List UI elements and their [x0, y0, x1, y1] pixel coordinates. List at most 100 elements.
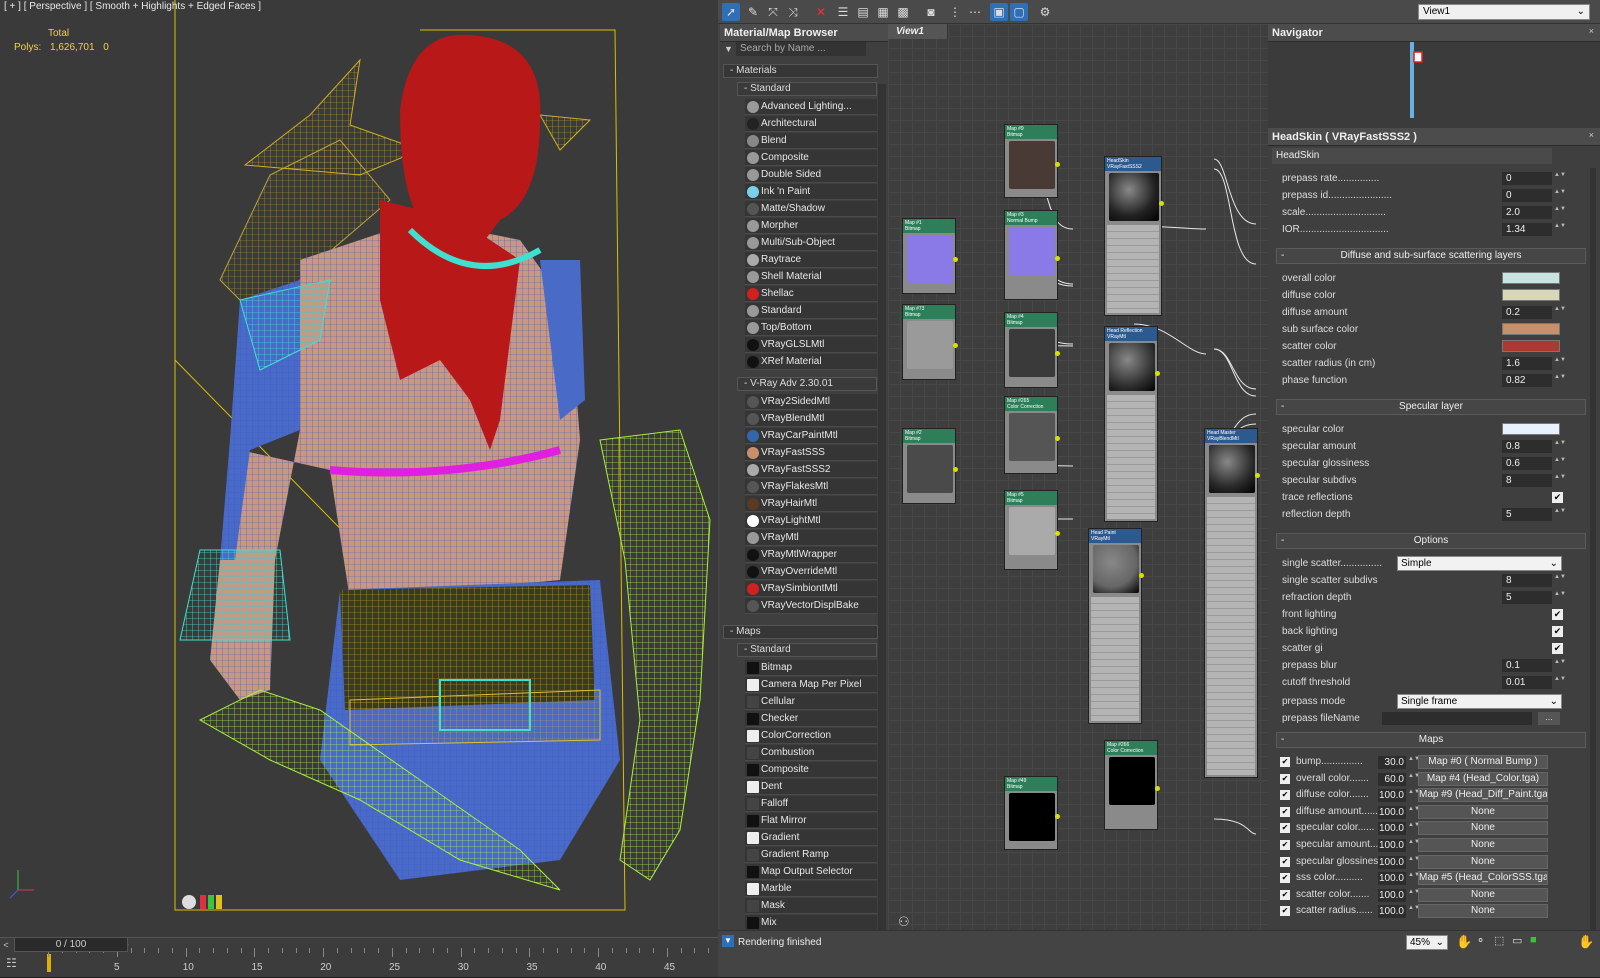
browser-item[interactable]: VRayVectorDisplBake [745, 598, 877, 614]
params-scrollbar[interactable] [1590, 168, 1596, 948]
browser-item[interactable]: VRaySimbiontMtl [745, 581, 877, 597]
output-socket[interactable] [1055, 162, 1060, 167]
param-value-field[interactable]: 0.8 [1502, 440, 1552, 453]
prepass-mode-select[interactable]: Single frame ⌄ [1397, 694, 1562, 709]
spinner-icon[interactable]: ▲▼ [1554, 374, 1566, 387]
diffuse-rollout-header[interactable]: - Diffuse and sub-surface scattering laye… [1276, 248, 1586, 264]
map-enable-checkbox[interactable]: ✔ [1280, 757, 1290, 767]
color-swatch[interactable] [1502, 289, 1560, 301]
map-enable-checkbox[interactable]: ✔ [1280, 823, 1290, 834]
material-node[interactable]: Map #4 Bitmap [1004, 312, 1060, 388]
viewport-label[interactable]: [ + ] [ Perspective ] [ Smooth + Highlig… [4, 1, 261, 12]
output-socket[interactable] [953, 343, 958, 348]
spinner-icon[interactable]: ▲▼ [1554, 457, 1566, 470]
node-slots[interactable] [1207, 497, 1255, 775]
output-socket[interactable] [1055, 531, 1060, 536]
param-checkbox[interactable]: ✔ [1552, 643, 1563, 654]
color-swatch[interactable] [1502, 323, 1560, 335]
render-preview-icon[interactable]: ◙ [922, 3, 940, 21]
assign-material-icon[interactable]: ⤨ [784, 3, 802, 21]
output-socket[interactable] [1155, 371, 1160, 376]
browser-item[interactable]: Composite [745, 150, 877, 166]
move-children-icon[interactable]: ☰ [834, 3, 852, 21]
map-slot-button[interactable]: Map #0 ( Normal Bump ) [1418, 755, 1548, 769]
show-background-icon[interactable]: ▩ [894, 3, 912, 21]
browser-item[interactable]: Camera Map Per Pixel [745, 677, 877, 693]
binoculars-icon[interactable]: ⚇ [898, 914, 910, 930]
param-value-field[interactable]: 1.34 [1502, 223, 1552, 236]
material-node[interactable]: Head Paint VRayMtl [1088, 528, 1144, 724]
output-socket[interactable] [1155, 786, 1160, 791]
browser-item[interactable]: VRayBlendMtl [745, 411, 877, 427]
map-amount-field[interactable]: 100.0 [1378, 789, 1406, 803]
map-slot-button[interactable]: None [1418, 887, 1548, 902]
browser-item[interactable]: Composite [745, 762, 877, 778]
maps-group-header[interactable]: - Maps [723, 625, 878, 639]
browser-item[interactable]: Double Sided [745, 167, 877, 183]
browser-item[interactable]: VRayFastSSS2 [745, 462, 877, 478]
material-node[interactable]: Map #3 Normal Bump [1004, 210, 1060, 300]
delete-icon[interactable]: ✕ [812, 3, 830, 21]
param-checkbox[interactable]: ✔ [1552, 626, 1563, 637]
param-value-field[interactable]: 0 [1502, 189, 1552, 202]
browser-item[interactable]: Checker [745, 711, 877, 727]
spinner-icon[interactable]: ▲▼ [1554, 474, 1566, 487]
frame-counter[interactable]: 0 / 100 [14, 937, 128, 952]
spinner-icon[interactable]: ▲▼ [1554, 357, 1566, 370]
spinner-icon[interactable]: ▲▼ [1554, 659, 1566, 672]
material-node[interactable]: HeadSkin VRayFastSSS2 [1104, 156, 1164, 316]
browser-item[interactable]: Multi/Sub-Object [745, 235, 877, 251]
pan-icon[interactable]: ✋ [1456, 934, 1472, 950]
vray-materials-header[interactable]: - V-Ray Adv 2.30.01 [737, 377, 877, 391]
map-slot-button[interactable]: None [1418, 838, 1548, 852]
param-checkbox[interactable]: ✔ [1552, 609, 1563, 620]
material-node[interactable]: Map #5 Bitmap [1004, 490, 1060, 570]
browser-menu-icon[interactable]: ▼ [724, 44, 733, 54]
spinner-icon[interactable]: ▲▼ [1554, 591, 1566, 604]
browser-item[interactable]: Bitmap [745, 660, 877, 676]
map-amount-field[interactable]: 100.0 [1378, 805, 1406, 819]
map-slot-button[interactable]: None [1418, 854, 1548, 869]
browser-item[interactable]: XRef Material [745, 354, 877, 370]
material-node[interactable]: Map #1 Bitmap [902, 218, 958, 294]
single-scatter-select[interactable]: Simple ⌄ [1397, 556, 1562, 571]
browser-item[interactable]: Ink 'n Paint [745, 184, 877, 200]
browser-item[interactable]: VRayFlakesMtl [745, 479, 877, 495]
material-node[interactable]: Map #266 Color Correction [1104, 740, 1160, 830]
param-value-field[interactable]: 0.01 [1502, 676, 1552, 689]
material-node[interactable]: Map #265 Color Correction [1004, 396, 1060, 474]
map-slot-button[interactable]: None [1418, 904, 1548, 919]
map-slot-button[interactable]: None [1418, 821, 1548, 836]
param-value-field[interactable]: 0.82 [1502, 374, 1552, 387]
map-slot-button[interactable]: None [1418, 804, 1548, 819]
map-amount-field[interactable]: 30.0 [1378, 756, 1406, 769]
spinner-icon[interactable]: ▲▼ [1554, 574, 1566, 587]
output-socket[interactable] [953, 467, 958, 472]
materials-group-header[interactable]: - Materials [723, 64, 878, 78]
param-value-field[interactable]: 0.6 [1502, 457, 1552, 470]
material-node[interactable]: Map #73 Bitmap [902, 304, 958, 380]
param-value-field[interactable]: 8 [1502, 474, 1552, 487]
color-swatch[interactable] [1502, 272, 1560, 284]
browser-item[interactable]: Gradient [745, 830, 877, 846]
material-name-field[interactable]: HeadSkin [1272, 148, 1552, 164]
param-value-field[interactable]: 0 [1502, 172, 1552, 185]
material-node[interactable]: Map #9 Bitmap [1004, 124, 1060, 198]
browser-item[interactable]: Shellac [745, 286, 877, 302]
spinner-icon[interactable]: ▲▼ [1554, 306, 1566, 319]
browser-item[interactable]: Marble [745, 881, 877, 897]
browser-item[interactable]: Cellular [745, 694, 877, 710]
output-socket[interactable] [1055, 814, 1060, 819]
map-enable-checkbox[interactable]: ✔ [1280, 790, 1290, 801]
spinner-icon[interactable]: ▲▼ [1554, 206, 1566, 219]
close-icon[interactable]: × [1589, 130, 1594, 140]
perspective-viewport[interactable]: [ + ] [ Perspective ] [ Smooth + Highlig… [0, 0, 718, 940]
browser-item[interactable]: Falloff [745, 796, 877, 812]
output-socket[interactable] [1159, 201, 1164, 206]
browser-item[interactable]: VRayMtl [745, 530, 877, 546]
browser-item[interactable]: Mix [745, 915, 877, 931]
browser-item[interactable]: VRayLightMtl [745, 513, 877, 529]
param-value-field[interactable]: 0.2 [1502, 306, 1552, 319]
spinner-icon[interactable]: ▲▼ [1554, 223, 1566, 236]
zoom-region-icon[interactable]: ⬚ [1494, 934, 1504, 947]
